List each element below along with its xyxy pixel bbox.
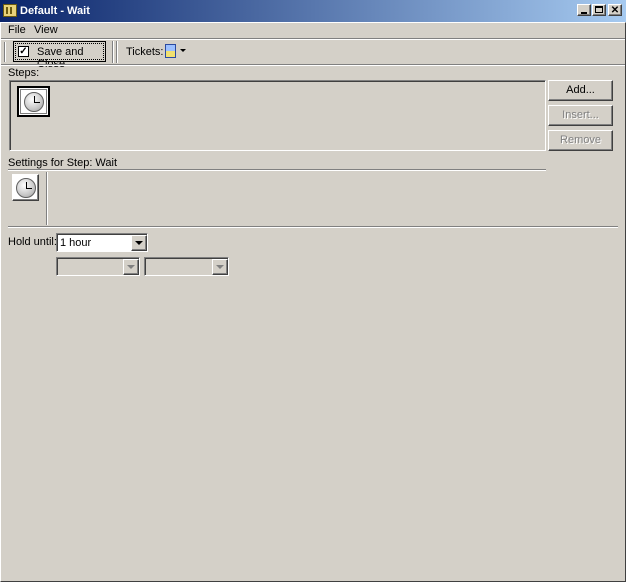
app-icon xyxy=(3,4,17,17)
tickets-dropdown[interactable] xyxy=(165,43,189,60)
maximize-icon xyxy=(595,6,603,13)
save-and-close-label: Save and Close xyxy=(37,46,84,70)
save-and-close-button[interactable]: ✓ Save and Close xyxy=(13,41,106,70)
close-icon: ✕ xyxy=(610,5,620,16)
hold-until-label: Hold until: xyxy=(8,236,57,248)
settings-bottom-separator xyxy=(8,226,618,228)
remove-button[interactable]: Remove xyxy=(548,130,613,151)
checkbox-icon: ✓ xyxy=(18,46,29,57)
toolbar-grip xyxy=(4,42,6,62)
settings-separator xyxy=(8,169,546,171)
ticket-icon xyxy=(165,44,176,58)
steps-label: Steps: xyxy=(8,67,40,79)
settings-step-tile xyxy=(12,174,39,201)
toolbar-separator xyxy=(0,64,626,66)
chevron-down-icon[interactable] xyxy=(131,235,147,251)
toolbar-divider xyxy=(112,41,114,63)
window-title: Default - Wait xyxy=(20,5,90,17)
maximize-button[interactable] xyxy=(592,4,606,16)
clock-icon xyxy=(24,92,44,112)
hold-time-select[interactable] xyxy=(144,257,229,276)
clock-icon xyxy=(16,178,36,198)
toolbar-divider xyxy=(116,41,118,63)
add-button[interactable]: Add... xyxy=(548,80,613,101)
settings-vertical-divider xyxy=(46,172,48,225)
menu-separator xyxy=(0,38,626,40)
chevron-down-icon[interactable] xyxy=(212,259,228,275)
minimize-button[interactable] xyxy=(577,4,591,16)
menu-file[interactable]: File xyxy=(8,23,26,37)
hold-until-value: 1 hour xyxy=(60,237,92,249)
close-button[interactable]: ✕ xyxy=(608,4,622,16)
tickets-label: Tickets: xyxy=(126,46,164,58)
hold-until-select[interactable]: 1 hour xyxy=(56,233,148,252)
step-item-wait[interactable] xyxy=(17,86,50,117)
menu-view[interactable]: View xyxy=(34,23,58,37)
insert-button[interactable]: Insert... xyxy=(548,105,613,126)
settings-label: Settings for Step: Wait xyxy=(8,157,118,169)
minimize-icon xyxy=(581,12,587,14)
hold-date-select[interactable] xyxy=(56,257,140,276)
chevron-down-icon[interactable] xyxy=(123,259,139,275)
steps-list[interactable] xyxy=(9,80,546,151)
chevron-down-icon xyxy=(180,49,186,52)
title-bar[interactable]: Default - Wait ✕ xyxy=(0,0,626,22)
